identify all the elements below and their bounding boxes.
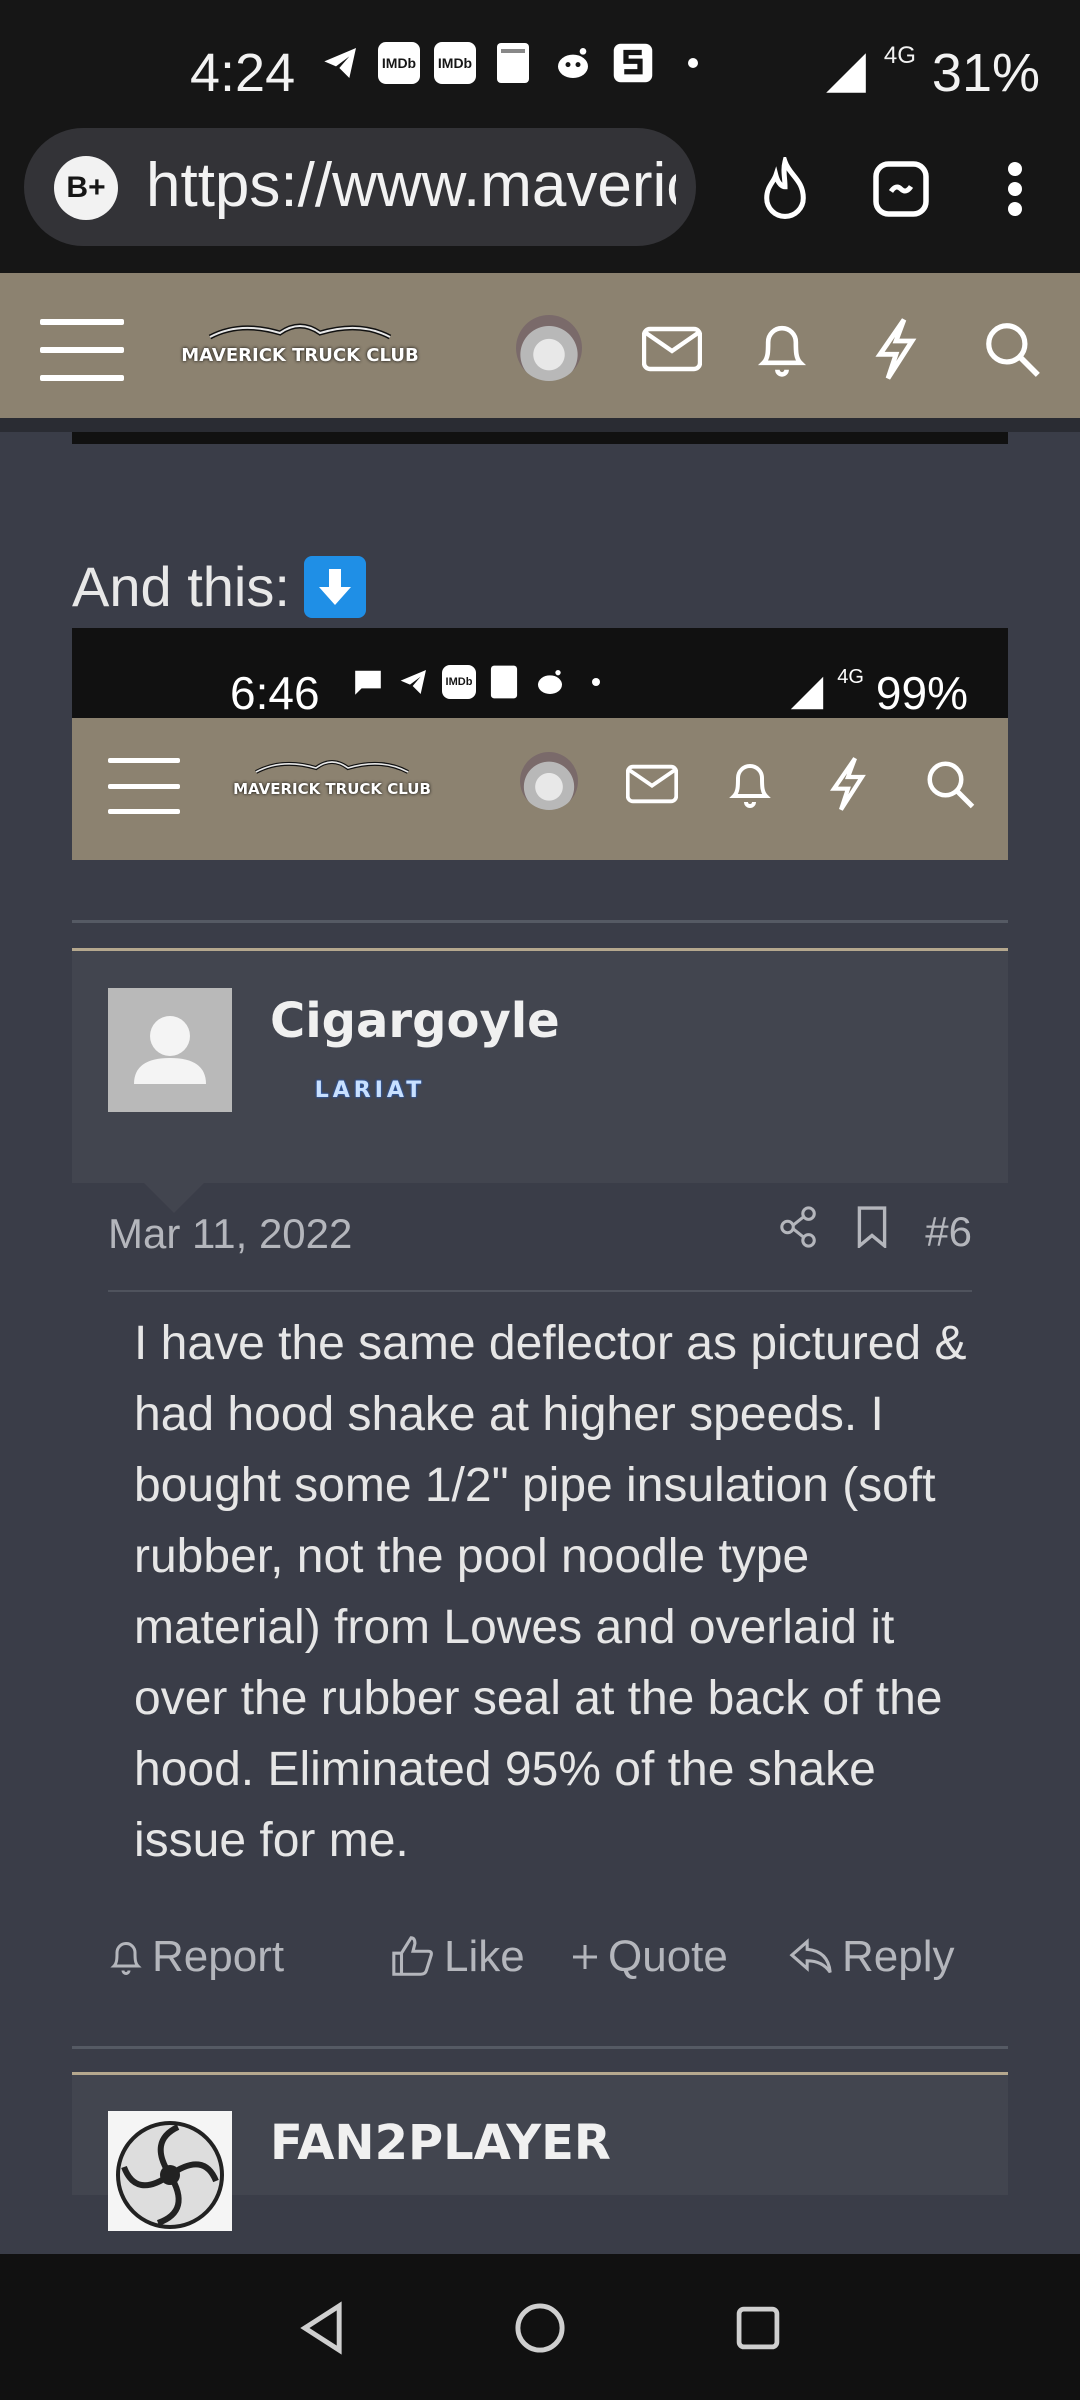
home-icon[interactable] — [508, 2296, 572, 2360]
divider — [108, 1290, 972, 1292]
thumbs-up-icon — [392, 1936, 433, 1976]
user-block-pointer — [144, 1183, 204, 1213]
user-avatar[interactable] — [516, 315, 582, 381]
lightning-icon[interactable] — [860, 313, 932, 385]
logo-text: MAVERICK TRUCK CLUB — [181, 345, 419, 366]
bell-icon — [110, 1942, 142, 1975]
menu-icon[interactable] — [40, 319, 124, 381]
network-type: 4G — [883, 42, 916, 69]
flame-icon[interactable] — [750, 154, 820, 224]
address-bar[interactable]: B+ https://www.maverickpartsclub.com — [24, 128, 696, 246]
embedded-site-header: MAVERICK TRUCK CLUB — [72, 718, 1008, 860]
next-post-username[interactable]: FAN2PLAYER — [270, 2115, 611, 2171]
post-actions: Report Like Quote Reply — [108, 1932, 1008, 1982]
status-right: 4G 31% — [824, 42, 1040, 104]
embedded-status-right: 4G 99% — [789, 666, 968, 720]
tab-switcher-icon[interactable] — [866, 154, 936, 224]
status-bar: 4:24 IMDb IMDb 4G 31% — [0, 0, 1080, 128]
embedded-time: 6:46 — [230, 667, 320, 719]
quote-label: Quote — [608, 1932, 728, 1981]
like-label: Like — [444, 1932, 525, 1981]
url-text[interactable]: https://www.maverickpartsclub.com — [146, 150, 676, 221]
intro-line: And this: — [72, 554, 366, 619]
embedded-status-bar: 6:46 IMDb 4G 99% — [72, 628, 1008, 720]
recents-icon[interactable] — [726, 2296, 790, 2360]
reply-button[interactable]: Reply — [788, 1932, 955, 1982]
embedded-user-avatar — [520, 752, 578, 810]
embedded-notification-icons: IMDb — [350, 664, 614, 700]
message-icon — [350, 664, 386, 700]
report-label: Report — [152, 1932, 285, 1981]
back-icon[interactable] — [290, 2296, 354, 2360]
signal-icon — [791, 676, 824, 710]
more-menu-icon[interactable] — [980, 154, 1050, 224]
imdb-icon: IMDb — [434, 42, 476, 84]
next-post-user-block: FAN2PLAYER — [72, 2075, 1008, 2231]
post-user-block: Cigargoyle LARIAT — [72, 951, 1008, 1213]
system-nav-bar — [0, 2254, 1080, 2400]
mail-icon — [620, 752, 684, 816]
share-icon[interactable] — [779, 1206, 819, 1258]
mail-icon[interactable] — [636, 313, 708, 385]
dot-icon — [578, 664, 614, 700]
telegram-icon — [396, 664, 432, 700]
embedded-logo: MAVERICK TRUCK CLUB — [222, 752, 442, 808]
site-header: MAVERICK TRUCK CLUB — [0, 273, 1080, 432]
quote-button[interactable]: Quote — [570, 1932, 788, 1982]
lightning-icon — [816, 752, 880, 816]
embedded-logo-text: MAVERICK TRUCK CLUB — [233, 780, 431, 798]
embedded-battery: 99% — [875, 667, 968, 719]
report-button[interactable]: Report — [108, 1932, 390, 1982]
reply-icon — [789, 1938, 832, 1974]
dot-icon — [670, 40, 716, 86]
imdb-icon: IMDb — [442, 665, 476, 699]
embedded-screenshot[interactable]: 6:46 IMDb 4G 99% MAVERICK TRUCK CLUB — [72, 628, 1008, 860]
down-arrow-icon — [303, 555, 366, 618]
menu-icon — [108, 758, 180, 814]
post-date[interactable]: Mar 11, 2022 — [108, 1210, 352, 1258]
imdb-icon: IMDb — [378, 42, 420, 84]
divider — [72, 920, 1008, 923]
bell-icon[interactable] — [746, 313, 818, 385]
search-icon — [918, 752, 982, 816]
embedded-network: 4G — [837, 666, 864, 688]
telegram-icon — [318, 40, 364, 86]
fan-avatar[interactable] — [108, 2111, 232, 2231]
reply-label: Reply — [842, 1932, 955, 1981]
site-badge[interactable]: B+ — [54, 156, 118, 220]
bell-icon — [718, 752, 782, 816]
browser-toolbar: B+ https://www.maverickpartsclub.com — [0, 128, 1080, 273]
s-app-icon — [610, 40, 656, 86]
reddit-icon — [550, 40, 596, 86]
notification-icons: IMDb IMDb — [318, 40, 716, 86]
status-time: 4:24 — [190, 43, 296, 103]
post-tools: #6 — [779, 1206, 972, 1258]
reddit-icon — [532, 664, 568, 700]
like-button[interactable]: Like — [390, 1932, 570, 1982]
battery-level: 31% — [931, 43, 1040, 103]
signal-icon — [826, 53, 866, 93]
post-number[interactable]: #6 — [925, 1208, 972, 1256]
post-username[interactable]: Cigargoyle — [270, 993, 560, 1049]
search-icon[interactable] — [976, 313, 1048, 385]
divider — [72, 2046, 1008, 2049]
default-avatar-icon[interactable] — [108, 988, 232, 1112]
post-body: I have the same deflector as pictured & … — [134, 1317, 967, 1867]
plus-icon — [573, 1945, 597, 1969]
header-shadow — [0, 418, 1080, 432]
site-logo[interactable]: MAVERICK TRUCK CLUB — [170, 315, 430, 375]
bible-icon — [486, 664, 522, 700]
bible-icon — [490, 40, 536, 86]
intro-text: And this: — [72, 555, 290, 618]
previous-image-edge — [72, 432, 1008, 444]
user-rank-badge: LARIAT — [314, 1077, 426, 1103]
bookmark-icon[interactable] — [855, 1206, 889, 1258]
